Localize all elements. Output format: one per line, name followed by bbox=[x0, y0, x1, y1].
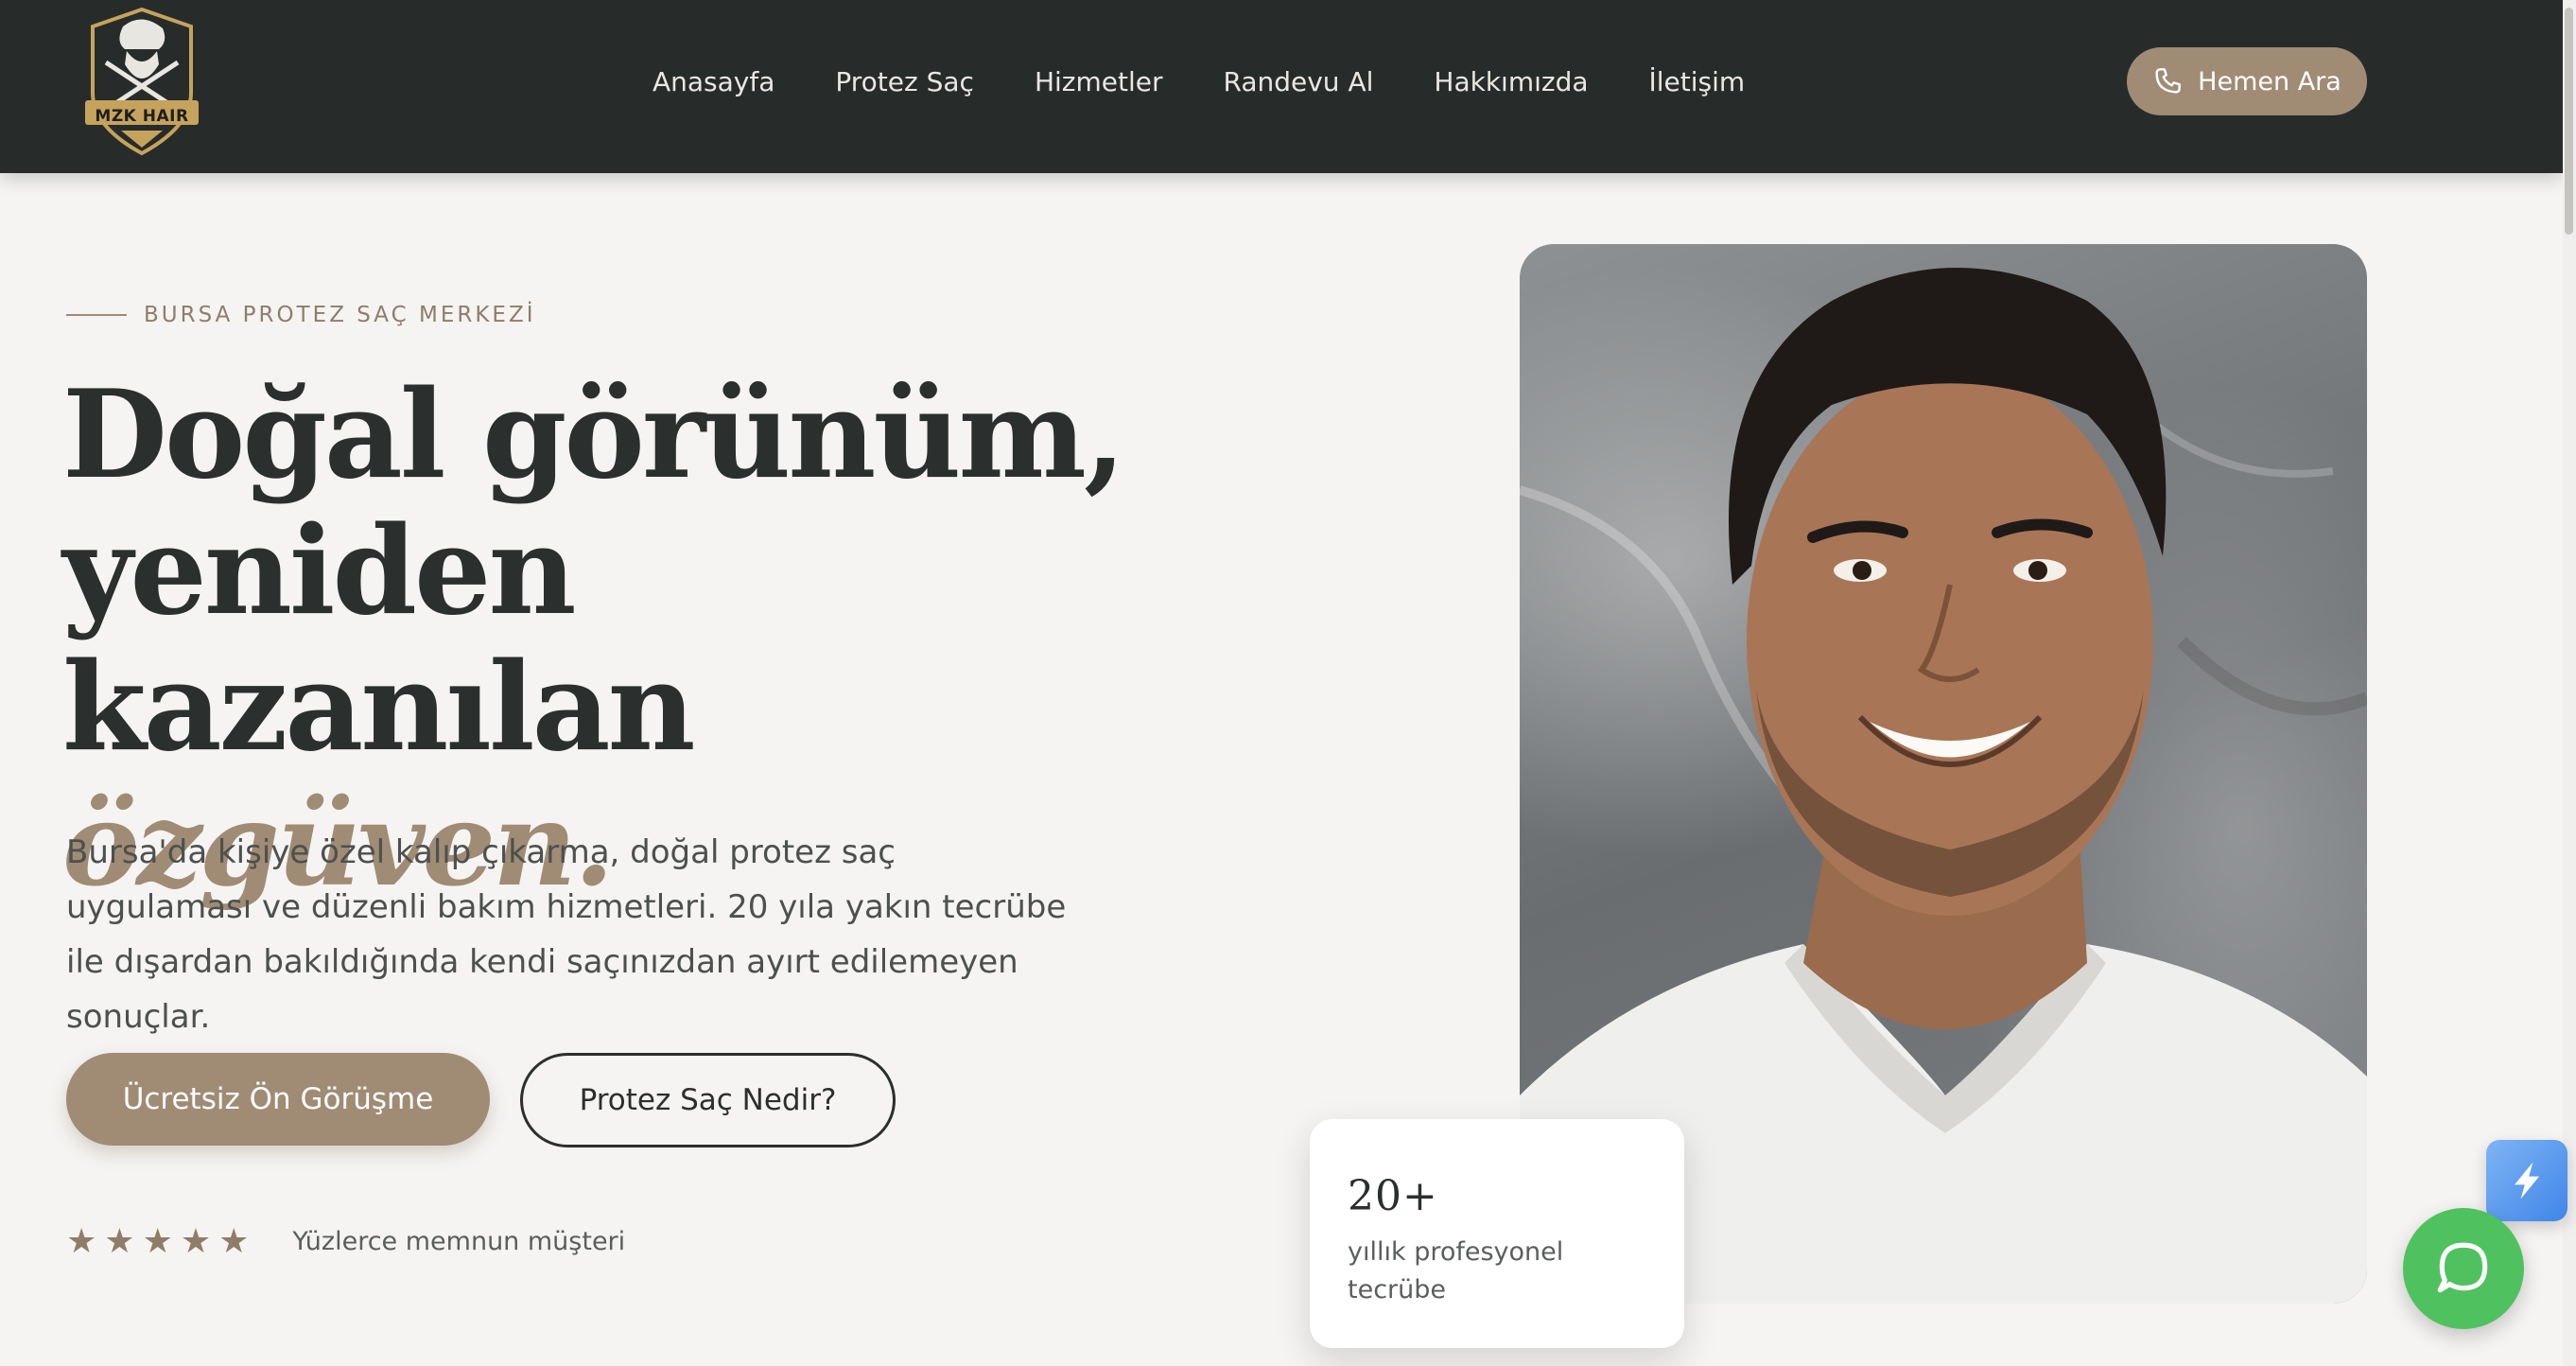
hero-eyebrow: BURSA PROTEZ SAÇ MERKEZİ bbox=[66, 303, 536, 327]
page: MZK HAIR Anasayfa Protez Saç Hizmetler R… bbox=[0, 0, 2576, 1366]
nav-item-randevu-al[interactable]: Randevu Al bbox=[1223, 59, 1373, 106]
what-is-hair-prosthesis-button[interactable]: Protez Saç Nedir? bbox=[520, 1053, 896, 1147]
star-icon: ★ bbox=[180, 1221, 212, 1260]
star-icon: ★ bbox=[66, 1221, 97, 1260]
call-now-label: Hemen Ara bbox=[2198, 66, 2341, 96]
rating-text: Yüzlerce memnun müşteri bbox=[292, 1226, 626, 1256]
headline-line-1: Doğal görünüm, bbox=[62, 364, 1126, 506]
scrollbar-thumb[interactable] bbox=[2565, 8, 2573, 235]
star-icon: ★ bbox=[218, 1221, 250, 1260]
lightning-widget-icon[interactable] bbox=[2486, 1140, 2567, 1221]
logo-shield-icon bbox=[85, 7, 199, 156]
free-consultation-button[interactable]: Ücretsiz Ön Görüşme bbox=[66, 1053, 490, 1146]
widget-glyph-icon bbox=[2515, 1162, 2539, 1200]
headline-line-2: yeniden kazanılan bbox=[62, 500, 696, 779]
main-nav: Anasayfa Protez Saç Hizmetler Randevu Al… bbox=[653, 59, 1805, 106]
nav-item-hizmetler[interactable]: Hizmetler bbox=[1035, 59, 1163, 106]
phone-icon bbox=[2155, 68, 2182, 94]
whatsapp-chat-button[interactable] bbox=[2403, 1208, 2524, 1329]
experience-stat-card: 20+ yıllık profesyonel tecrübe bbox=[1310, 1119, 1684, 1348]
star-icon: ★ bbox=[104, 1221, 135, 1260]
experience-description: yıllık profesyonel tecrübe bbox=[1348, 1237, 1564, 1305]
star-icon: ★ bbox=[142, 1221, 173, 1260]
whatsapp-icon bbox=[2437, 1242, 2488, 1293]
customer-rating: ★ ★ ★ ★ ★ Yüzlerce memnun müşteri bbox=[66, 1222, 625, 1260]
experience-number: 20+ bbox=[1348, 1172, 1438, 1220]
nav-item-protez-sac[interactable]: Protez Saç bbox=[835, 59, 974, 106]
rating-stars: ★ ★ ★ ★ ★ bbox=[66, 1222, 249, 1260]
eyebrow-text: BURSA PROTEZ SAÇ MERKEZİ bbox=[144, 303, 536, 327]
nav-item-anasayfa[interactable]: Anasayfa bbox=[653, 59, 775, 106]
hero-description: Bursa'da kişiye özel kalıp çıkarma, doğa… bbox=[66, 833, 1067, 1036]
nav-item-iletisim[interactable]: İletişim bbox=[1649, 59, 1746, 106]
logo-text: MZK HAIR bbox=[95, 107, 189, 126]
call-now-button[interactable]: Hemen Ara bbox=[2127, 47, 2367, 115]
nav-item-hakkimizda[interactable]: Hakkımızda bbox=[1434, 59, 1588, 106]
brand-logo[interactable]: MZK HAIR bbox=[83, 6, 200, 157]
site-header: MZK HAIR Anasayfa Protez Saç Hizmetler R… bbox=[0, 0, 2563, 173]
eyebrow-line bbox=[66, 314, 127, 316]
